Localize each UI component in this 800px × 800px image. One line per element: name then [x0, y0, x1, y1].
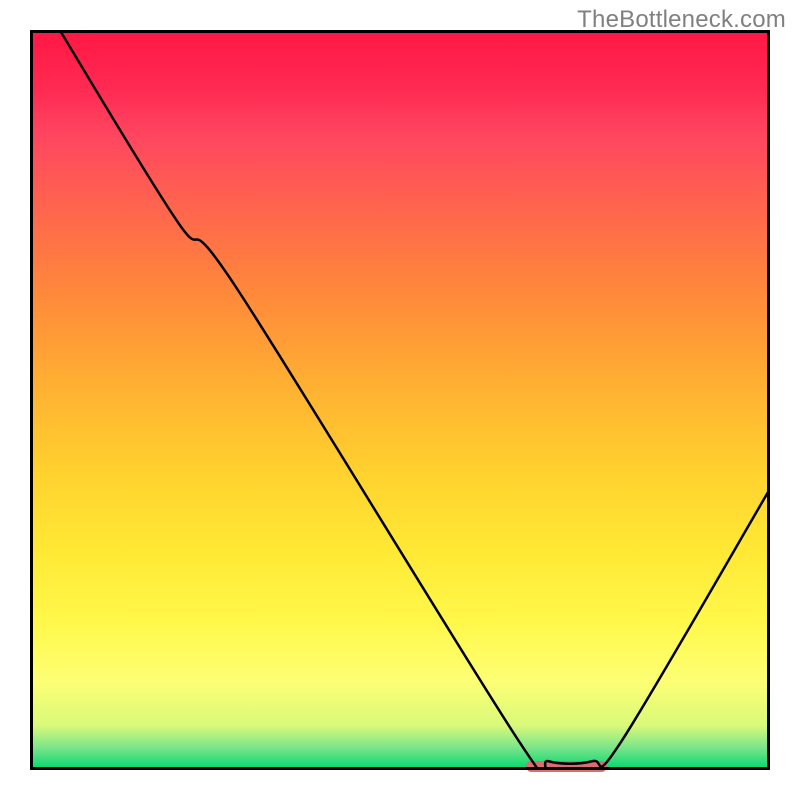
watermark-text: TheBottleneck.com — [577, 6, 786, 34]
plot-area — [30, 30, 770, 770]
bottleneck-curve — [30, 30, 770, 770]
